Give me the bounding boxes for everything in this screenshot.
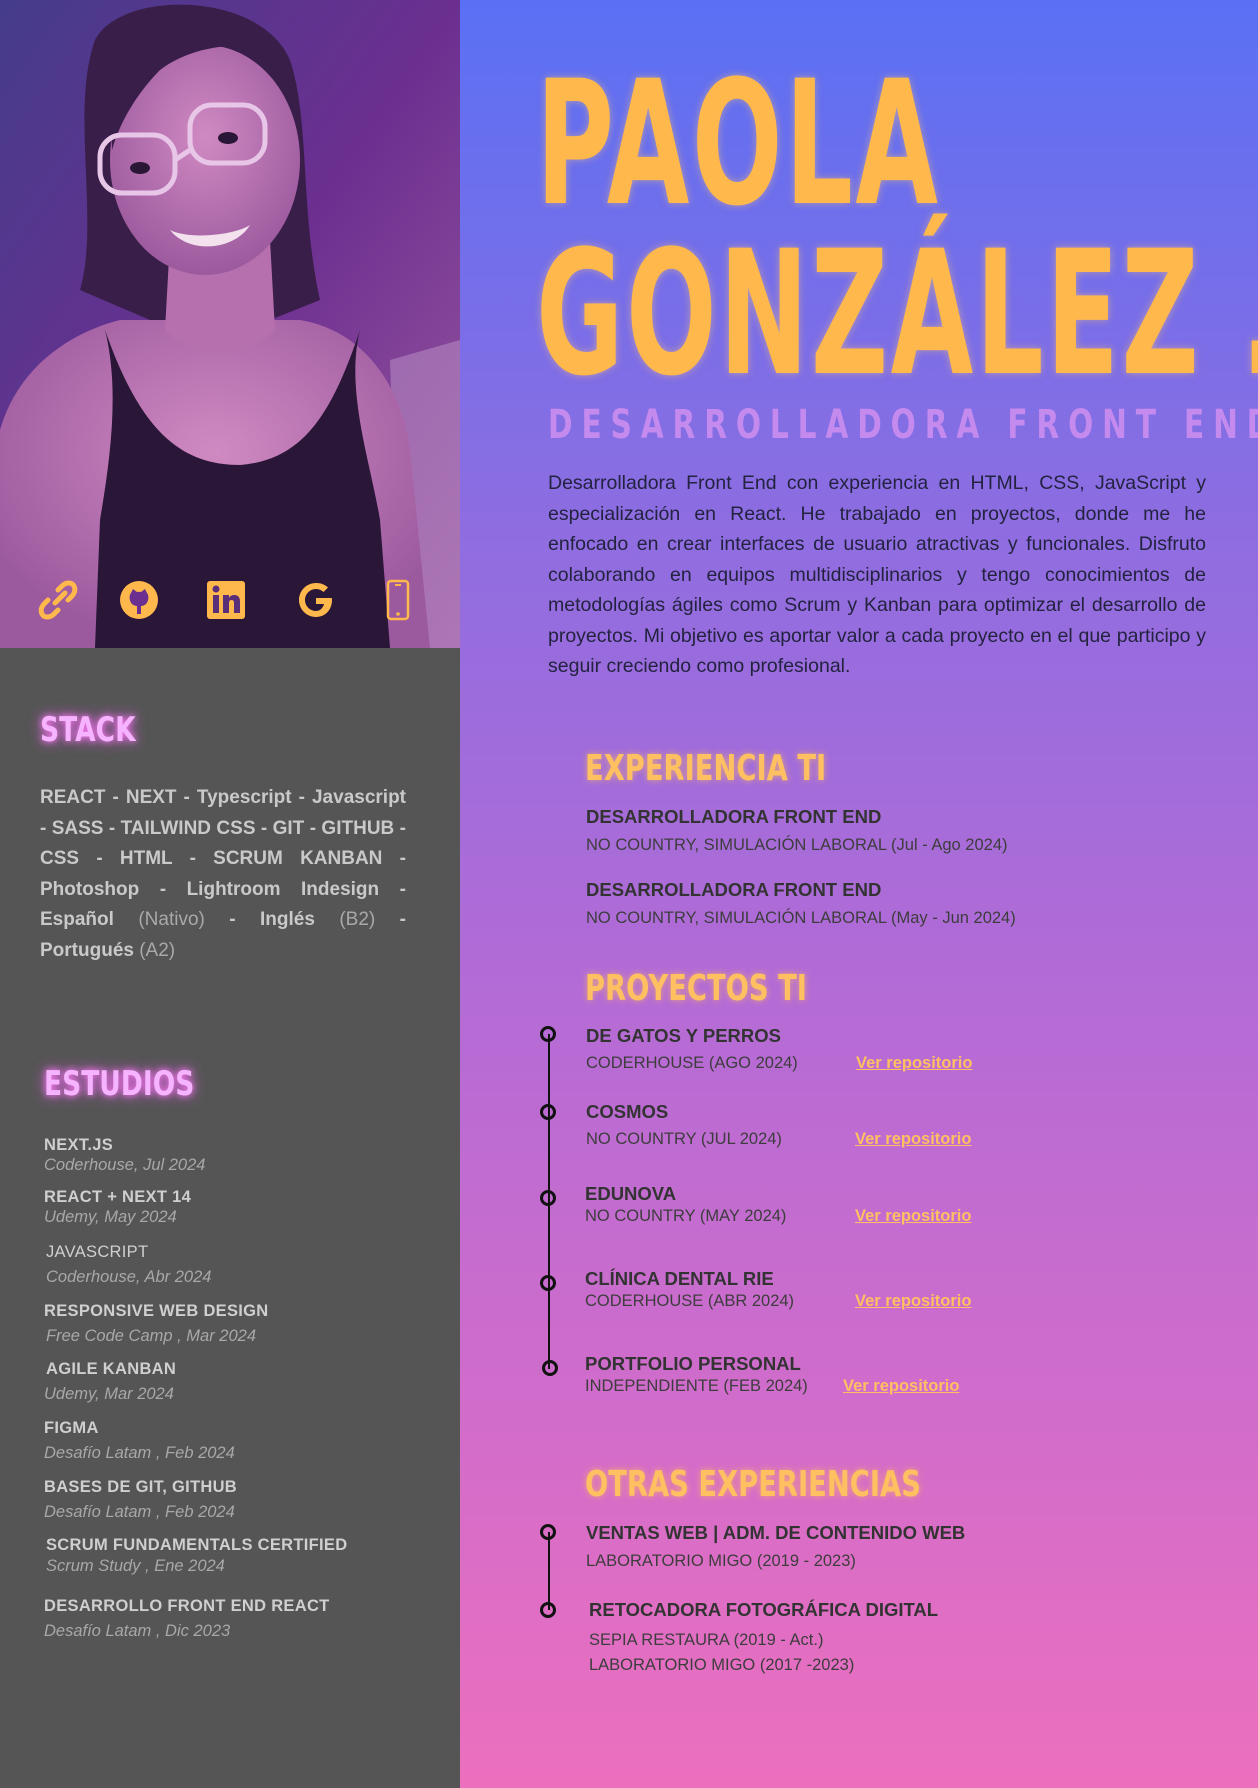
study-name: FIGMA — [44, 1419, 99, 1437]
study-meta: Udemy, Mar 2024 — [44, 1385, 174, 1403]
experience-sub: NO COUNTRY, SIMULACIÓN LABORAL (May - Ju… — [586, 909, 1016, 927]
experience-item: DESARROLLADORA FRONT END NO COUNTRY, SIM… — [586, 806, 1008, 855]
profile-photo — [0, 0, 460, 648]
experience-item: DESARROLLADORA FRONT END NO COUNTRY, SIM… — [586, 879, 1016, 928]
study-item: FIGMA Desafío Latam , Feb 2024 — [44, 1419, 424, 1463]
project-title: DE GATOS Y PERROS — [586, 1025, 781, 1046]
study-meta: Desafío Latam , Dic 2023 — [44, 1622, 231, 1640]
stack-level: (Nativo) — [138, 909, 205, 930]
repo-link[interactable]: Ver repositorio — [843, 1377, 959, 1396]
project-sub: INDEPENDIENTE (FEB 2024) — [585, 1377, 808, 1395]
project-item: COSMOS NO COUNTRY (JUL 2024) Ver reposito… — [586, 1101, 1086, 1149]
study-meta: Udemy, May 2024 — [44, 1208, 177, 1226]
study-meta: Scrum Study , Ene 2024 — [46, 1557, 225, 1575]
other-timeline — [548, 1532, 550, 1610]
study-meta: Desafío Latam , Feb 2024 — [44, 1503, 235, 1521]
other-title: RETOCADORA FOTOGRÁFICA DIGITAL — [589, 1599, 939, 1620]
experience-title: DESARROLLADORA FRONT END — [586, 806, 882, 827]
timeline-dot — [540, 1602, 556, 1618]
study-item: REACT + NEXT 14 Udemy, May 2024 — [44, 1188, 424, 1227]
studies-heading: ESTUDIOS — [44, 1064, 195, 1104]
project-title: PORTFOLIO PERSONAL — [585, 1353, 801, 1374]
study-item: SCRUM FUNDAMENTALS CERTIFIED Scrum Study… — [46, 1536, 426, 1576]
study-name: JAVASCRIPT — [46, 1243, 149, 1261]
study-meta: Free Code Camp , Mar 2024 — [46, 1327, 257, 1345]
study-item: NEXT.JS Coderhouse, Jul 2024 — [44, 1136, 424, 1175]
project-title: COSMOS — [586, 1101, 669, 1122]
stack-level: (B2) — [339, 909, 376, 930]
project-title: CLÍNICA DENTAL RIE — [585, 1268, 774, 1289]
study-name: RESPONSIVE WEB DESIGN — [44, 1302, 269, 1320]
project-item: PORTFOLIO PERSONAL INDEPENDIENTE (FEB 20… — [585, 1353, 1085, 1396]
last-name: GONZÁLEZ . — [536, 213, 1258, 414]
timeline-dot — [540, 1026, 556, 1042]
experience-heading: EXPERIENCIA TI — [585, 748, 827, 789]
experience-title: DESARROLLADORA FRONT END — [586, 879, 882, 900]
timeline-dot — [540, 1190, 556, 1206]
repo-link[interactable]: Ver repositorio — [856, 1054, 972, 1073]
study-item: AGILE KANBAN Udemy, Mar 2024 — [44, 1360, 426, 1404]
study-item: DESARROLLO FRONT END REACT Desafío Latam… — [44, 1597, 424, 1641]
profile-photo-illustration — [0, 0, 460, 648]
timeline-dot — [540, 1524, 556, 1540]
project-sub: NO COUNTRY (MAY 2024) — [585, 1207, 787, 1225]
other-title: VENTAS WEB | ADM. DE CONTENIDO WEB — [586, 1522, 966, 1543]
other-item: RETOCADORA FOTOGRÁFICA DIGITAL SEPIA RES… — [589, 1599, 938, 1675]
study-name: AGILE KANBAN — [46, 1360, 177, 1378]
project-item: EDUNOVA NO COUNTRY (MAY 2024) Ver reposit… — [585, 1183, 1085, 1226]
study-item: JAVASCRIPT Coderhouse, Abr 2024 — [46, 1243, 426, 1287]
other-line: LABORATORIO MIGO (2017 -2023) — [589, 1656, 855, 1674]
left-sidebar: STACK REACT - NEXT - Typescript - Javasc… — [0, 0, 460, 1788]
project-item: DE GATOS Y PERROS CODERHOUSE (AGO 2024) V… — [586, 1025, 1086, 1073]
stack-level: (A2) — [139, 939, 176, 961]
study-meta: Coderhouse, Abr 2024 — [46, 1268, 212, 1286]
profile-summary: Desarrolladora Front End con experiencia… — [548, 472, 1206, 677]
role-title: DESARROLLADORA FRONT END — [548, 402, 1258, 448]
experience-sub: NO COUNTRY, SIMULACIÓN LABORAL (Jul - Ag… — [586, 836, 1008, 854]
other-heading: OTRAS EXPERIENCIAS — [585, 1464, 921, 1505]
study-name: NEXT.JS — [44, 1136, 114, 1154]
timeline-dot — [540, 1104, 556, 1120]
projects-heading: PROYECTOS TI — [585, 968, 807, 1009]
stack-text: - Inglés — [204, 909, 340, 930]
social-links — [0, 578, 460, 624]
project-sub: NO COUNTRY (JUL 2024) — [586, 1130, 782, 1148]
study-name: BASES DE GIT, GITHUB — [44, 1478, 238, 1496]
first-name: PAOLA — [536, 43, 941, 244]
other-line: SEPIA RESTAURA (2019 - Act.) — [589, 1631, 824, 1649]
timeline-dot — [542, 1360, 558, 1376]
linkedin-icon[interactable] — [204, 578, 248, 622]
project-sub: CODERHOUSE (AGO 2024) — [586, 1054, 798, 1072]
study-item: RESPONSIVE WEB DESIGN Free Code Camp , M… — [44, 1302, 424, 1346]
study-name: SCRUM FUNDAMENTALS CERTIFIED — [46, 1536, 348, 1554]
study-meta: Coderhouse, Jul 2024 — [44, 1156, 206, 1174]
github-icon[interactable] — [117, 578, 161, 622]
stack-list: REACT - NEXT - Typescript - Javascript -… — [40, 783, 406, 966]
study-name: DESARROLLO FRONT END REACT — [44, 1597, 330, 1615]
main-content: PAOLA GONZÁLEZ . DESARROLLADORA FRONT EN… — [460, 0, 1258, 1788]
project-item: CLÍNICA DENTAL RIE CODERHOUSE (ABR 2024)… — [585, 1268, 1085, 1311]
study-meta: Desafío Latam , Feb 2024 — [44, 1444, 235, 1462]
repo-link[interactable]: Ver repositorio — [855, 1292, 971, 1311]
other-line: LABORATORIO MIGO (2019 - 2023) — [586, 1552, 856, 1570]
other-item: VENTAS WEB | ADM. DE CONTENIDO WEB LABOR… — [586, 1522, 965, 1571]
google-icon[interactable] — [294, 578, 338, 622]
repo-link[interactable]: Ver repositorio — [855, 1207, 971, 1226]
repo-link[interactable]: Ver repositorio — [855, 1130, 971, 1149]
study-item: BASES DE GIT, GITHUB Desafío Latam , Feb… — [44, 1478, 424, 1522]
stack-heading: STACK — [40, 710, 136, 750]
project-title: EDUNOVA — [585, 1183, 677, 1204]
project-sub: CODERHOUSE (ABR 2024) — [585, 1292, 795, 1310]
study-name: REACT + NEXT 14 — [44, 1188, 192, 1206]
timeline-dot — [540, 1275, 556, 1291]
link-icon[interactable] — [36, 578, 80, 622]
phone-icon[interactable] — [376, 578, 420, 622]
